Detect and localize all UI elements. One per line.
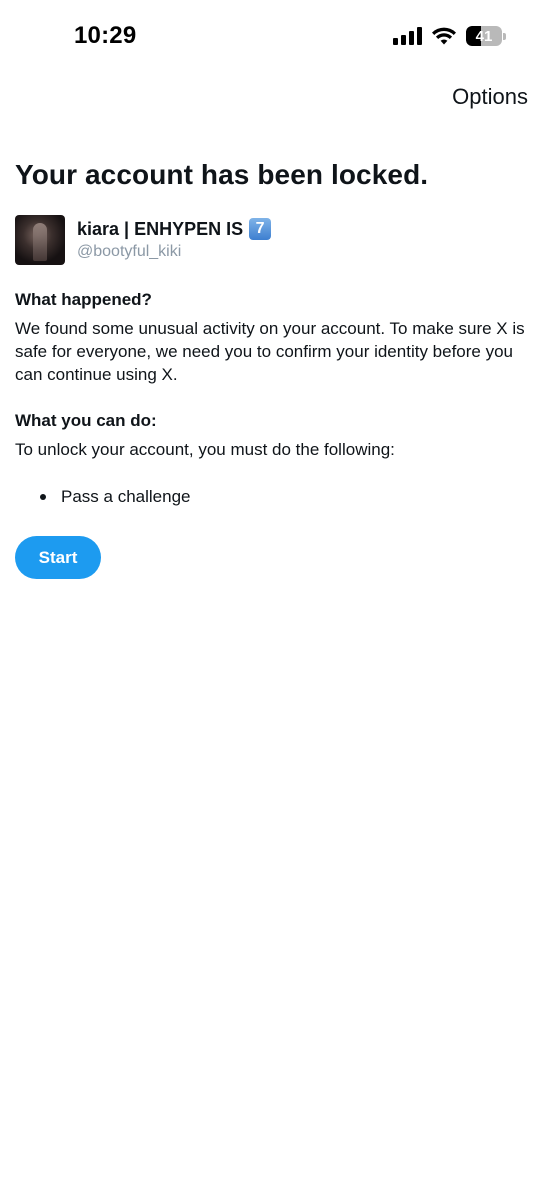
what-you-can-do-body: To unlock your account, you must do the …: [15, 440, 395, 459]
what-happened-body: We found some unusual activity on your a…: [15, 319, 525, 384]
what-you-can-do-heading: What you can do:: [15, 411, 157, 430]
steps-list: Pass a challenge: [40, 487, 190, 507]
keycap-seven-icon: 7: [249, 218, 272, 240]
status-bar: 10:29 41: [0, 0, 554, 76]
battery-icon: 41: [466, 26, 506, 46]
wifi-icon: [432, 27, 456, 45]
status-icons: 41: [393, 26, 506, 46]
page-title: Your account has been locked.: [15, 159, 429, 190]
options-button[interactable]: Options: [452, 84, 528, 110]
account-info: kiara | ENHYPEN IS 7 @bootyful_kiki: [77, 217, 272, 263]
account-card: kiara | ENHYPEN IS 7 @bootyful_kiki: [15, 215, 272, 265]
status-time: 10:29: [74, 22, 137, 49]
step-label: Pass a challenge: [61, 487, 191, 506]
list-item: Pass a challenge: [40, 487, 190, 507]
avatar: [15, 215, 65, 265]
display-name-text: kiara | ENHYPEN IS: [77, 219, 244, 239]
bullet-icon: [40, 494, 46, 500]
start-button[interactable]: Start: [15, 536, 101, 579]
battery-level: 41: [475, 27, 493, 45]
what-happened-heading: What happened?: [15, 290, 152, 309]
cellular-signal-icon: [393, 27, 422, 45]
account-display-name: kiara | ENHYPEN IS 7: [77, 217, 272, 241]
account-handle: @bootyful_kiki: [77, 243, 182, 260]
